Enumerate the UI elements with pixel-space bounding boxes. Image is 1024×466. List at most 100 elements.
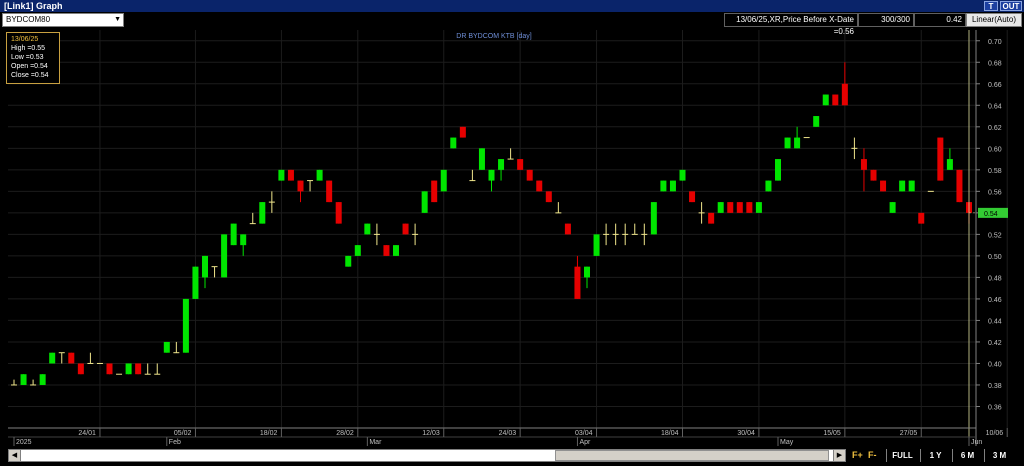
tooltip-high: High =0.55: [11, 45, 46, 52]
y-tick-label: 0.64: [988, 103, 1002, 110]
chart-area[interactable]: 0.36 0.38 0.40 0.42 0.44 0.46 0.48 0.50 0.52 0.54…: [0, 28, 1024, 466]
x-tick-label: 24/01: [78, 430, 96, 437]
zoom-out-button[interactable]: F-: [868, 449, 877, 462]
candle-body: [297, 180, 304, 192]
bottom-bar: ◀ ▶ F+ F- FULL 1 Y 6 M 3 M: [0, 446, 1024, 466]
tooltip-close: Close =0.54: [11, 72, 49, 79]
candle-body: [20, 374, 27, 385]
candle-body: [536, 180, 543, 192]
candle-body: [545, 191, 552, 203]
candle-body: [39, 374, 46, 385]
candle-body: [182, 298, 189, 353]
candle-body: [841, 83, 848, 106]
candle-body: [488, 169, 495, 181]
candle-body: [450, 137, 457, 149]
candle-body: [593, 234, 600, 256]
x-tick-label: 12/03: [422, 430, 440, 437]
tooltip-date: 13/06/25: [11, 36, 39, 43]
range-6m-button[interactable]: 6 M: [952, 449, 982, 462]
candle-body: [574, 266, 581, 299]
x-tick-label: 10/06: [986, 430, 1004, 437]
candle-body: [163, 341, 170, 353]
price-tag-label: 0.54: [984, 211, 998, 218]
y-tick-label: 0.70: [988, 39, 1002, 46]
candle-body: [727, 202, 734, 213]
y-tick-label: 0.68: [988, 60, 1002, 67]
candle-body: [870, 169, 877, 181]
candle-body: [669, 180, 676, 192]
chart-title: DR BYDCOM KTB [day]: [456, 33, 532, 40]
candle-body: [755, 202, 762, 213]
scale-mode-select[interactable]: Linear(Auto): [966, 13, 1022, 27]
x-tick-label: 28/02: [336, 430, 354, 437]
candle-body: [937, 137, 944, 181]
candle-body: [584, 266, 590, 278]
symbol-select[interactable]: BYDCOM80 ▼: [2, 13, 124, 27]
x-tick-label: 18/04: [661, 430, 679, 437]
candle-body: [775, 159, 781, 181]
candle-body: [68, 352, 75, 364]
y-tick-label: 0.44: [988, 318, 1002, 325]
text-toggle-button[interactable]: T: [984, 1, 998, 11]
candle-body: [335, 202, 342, 224]
candle-body: [564, 223, 571, 235]
x-tick-label: 15/05: [823, 430, 841, 437]
candle-body: [77, 363, 84, 375]
x-tick-label: 30/04: [737, 430, 755, 437]
symbol-value: BYDCOM80: [6, 15, 51, 24]
x-period-label: May: [780, 439, 794, 446]
candle-body: [908, 180, 915, 192]
scroll-right-icon[interactable]: ▶: [833, 450, 845, 461]
x-tick-label: 24/03: [499, 430, 517, 437]
candle-body: [316, 169, 323, 181]
candle-body: [660, 180, 667, 192]
range-full-button[interactable]: FULL: [886, 449, 918, 462]
candle-body: [822, 94, 829, 106]
candle-body: [230, 223, 237, 246]
candle-body: [946, 159, 953, 170]
x-period-label: Mar: [369, 439, 382, 446]
ohlc-tooltip: 13/06/25 High =0.55 Low =0.53 Open =0.54…: [6, 32, 60, 84]
candle-body: [498, 159, 505, 170]
x-tick-label: 18/02: [260, 430, 278, 437]
chevron-down-icon[interactable]: ▼: [114, 14, 121, 26]
candlestick-chart[interactable]: 0.36 0.38 0.40 0.42 0.44 0.46 0.48 0.50 0.52 0.54…: [0, 28, 1024, 446]
candle-body: [784, 137, 791, 149]
y-tick-label: 0.60: [988, 146, 1002, 153]
y-tick-label: 0.50: [988, 254, 1002, 261]
candle-body: [345, 255, 352, 267]
y-tick-label: 0.40: [988, 361, 1002, 368]
candle-body: [679, 169, 686, 181]
scroll-left-icon[interactable]: ◀: [9, 450, 21, 461]
candle-body: [650, 202, 657, 235]
y-tick-label: 0.56: [988, 189, 1002, 196]
candle-body: [717, 202, 724, 213]
popout-button[interactable]: OUT: [1000, 1, 1022, 11]
y-tick-label: 0.46: [988, 297, 1002, 304]
zoom-in-button[interactable]: F+: [852, 449, 863, 462]
candle-body: [889, 202, 896, 213]
tooltip-low: Low =0.53: [11, 54, 44, 61]
candle-body: [221, 234, 228, 278]
range-1y-button[interactable]: 1 Y: [920, 449, 950, 462]
chart-toolbar: BYDCOM80 ▼ 13/06/25,XR,Price Before X-Da…: [0, 12, 1024, 36]
scroll-thumb[interactable]: [555, 450, 829, 461]
candle-body: [736, 202, 743, 213]
candle-body: [918, 212, 925, 224]
x-period-label: Feb: [169, 439, 181, 446]
candle-body: [813, 116, 820, 127]
range-3m-button[interactable]: 3 M: [984, 449, 1014, 462]
candle-body: [402, 223, 409, 235]
candle-body: [689, 191, 696, 203]
last-price-cell: 0.42: [914, 13, 966, 27]
horizontal-scrollbar[interactable]: ◀ ▶: [8, 449, 846, 462]
candle-body: [860, 159, 867, 170]
candle-body: [956, 169, 963, 203]
candle-body: [899, 180, 906, 192]
candle-body: [393, 245, 399, 256]
y-tick-label: 0.58: [988, 168, 1002, 175]
candle-body: [287, 169, 294, 181]
candle-body: [192, 266, 199, 299]
x-tick-label: 03/04: [575, 430, 593, 437]
y-tick-label: 0.48: [988, 275, 1002, 282]
